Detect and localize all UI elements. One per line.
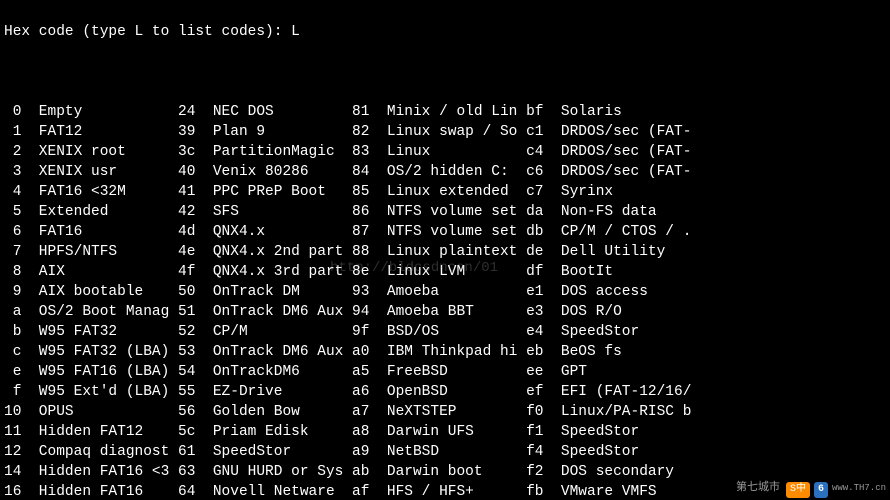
table-row: 7 HPFS/NTFS 4e QNX4.x 2nd part 88 Linux … [4,242,886,262]
prompt-line-top: Hex code (type L to list codes): L [4,22,886,42]
table-row: 12 Compaq diagnost 61 SpeedStor a9 NetBS… [4,442,886,462]
table-row: c W95 FAT32 (LBA) 53 OnTrack DM6 Aux a0 … [4,342,886,362]
partition-code-table: 0 Empty 24 NEC DOS 81 Minix / old Lin bf… [4,102,886,500]
table-row: 9 AIX bootable 50 OnTrack DM 93 Amoeba e… [4,282,886,302]
footer-site-url: www.TH7.cn [832,478,886,498]
footer-badge-2: 6 [814,482,828,498]
table-row: b W95 FAT32 52 CP/M 9f BSD/OS e4 SpeedSt… [4,322,886,342]
table-row: 4 FAT16 <32M 41 PPC PReP Boot 85 Linux e… [4,182,886,202]
table-row: e W95 FAT16 (LBA) 54 OnTrackDM6 a5 FreeB… [4,362,886,382]
footer-branding: 第七城市 S中 6 www.TH7.cn [736,478,888,498]
table-row: 1 FAT12 39 Plan 9 82 Linux swap / So c1 … [4,122,886,142]
table-row: 11 Hidden FAT12 5c Priam Edisk a8 Darwin… [4,422,886,442]
blank-line [4,62,886,82]
footer-badge-1: S中 [786,482,810,498]
table-row: 5 Extended 42 SFS 86 NTFS volume set da … [4,202,886,222]
footer-site-cn: 第七城市 [736,478,780,498]
table-row: f W95 Ext'd (LBA) 55 EZ-Drive a6 OpenBSD… [4,382,886,402]
table-row: 0 Empty 24 NEC DOS 81 Minix / old Lin bf… [4,102,886,122]
table-row: 10 OPUS 56 Golden Bow a7 NeXTSTEP f0 Lin… [4,402,886,422]
table-row: 6 FAT16 4d QNX4.x 87 NTFS volume set db … [4,222,886,242]
table-row: 2 XENIX root 3c PartitionMagic 83 Linux … [4,142,886,162]
table-row: 3 XENIX usr 40 Venix 80286 84 OS/2 hidde… [4,162,886,182]
table-row: a OS/2 Boot Manag 51 OnTrack DM6 Aux 94 … [4,302,886,322]
terminal-output: Hex code (type L to list codes): L 0 Emp… [0,0,890,500]
table-row: 8 AIX 4f QNX4.x 3rd part 8e Linux LVM df… [4,262,886,282]
